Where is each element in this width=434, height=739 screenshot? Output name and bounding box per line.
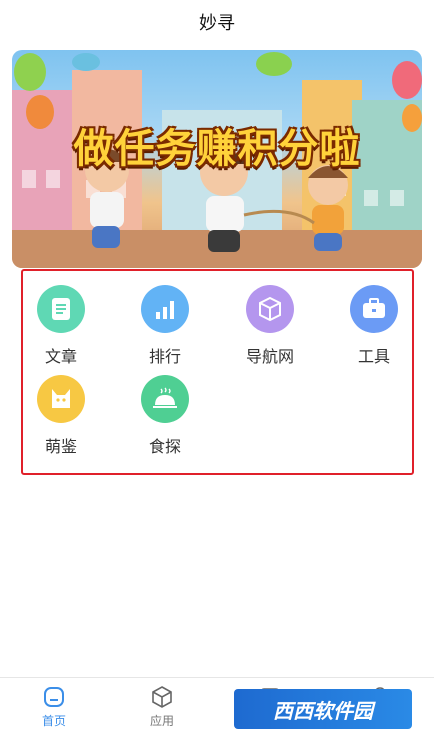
grid-item-label: 工具 xyxy=(357,349,390,366)
grid-item-article[interactable]: 文章 xyxy=(21,285,101,369)
title-bar: 妙寻 xyxy=(0,0,434,44)
grid-item-tools[interactable]: 工具 xyxy=(334,285,414,369)
nav-item-home[interactable]: 首页 xyxy=(24,686,84,736)
nav-item-apps[interactable]: 应用 xyxy=(132,686,192,736)
page-title: 妙寻 xyxy=(199,13,235,33)
banner-headline: 做任务赚积分啦 xyxy=(73,126,361,172)
document-icon xyxy=(37,285,85,333)
home-icon xyxy=(44,687,64,707)
watermark-logo: 西西软件园 xyxy=(234,689,412,729)
grid-item-label: 文章 xyxy=(44,349,77,366)
grid-item-pets[interactable]: 萌鉴 xyxy=(21,375,101,459)
grid-item-label: 导航网 xyxy=(245,349,294,366)
grid-item-label: 排行 xyxy=(148,349,181,366)
cloche-icon xyxy=(141,375,189,423)
cat-icon xyxy=(37,375,85,423)
promo-banner[interactable]: 做任务赚积分啦 xyxy=(12,50,422,268)
nav-label-apps: 应用 xyxy=(149,714,174,728)
box-icon xyxy=(246,285,294,333)
grid-item-ranking[interactable]: 排行 xyxy=(125,285,205,369)
briefcase-icon xyxy=(350,285,398,333)
grid-item-food[interactable]: 食探 xyxy=(125,375,205,459)
grid-item-navigation[interactable]: 导航网 xyxy=(230,285,310,369)
grid-item-label: 萌鉴 xyxy=(44,439,77,456)
nav-label-home: 首页 xyxy=(41,714,66,728)
grid-item-label: 食探 xyxy=(148,439,181,456)
cube-icon xyxy=(152,686,172,708)
watermark-text: 西西软件园 xyxy=(273,700,373,723)
bar-chart-icon xyxy=(141,285,189,333)
